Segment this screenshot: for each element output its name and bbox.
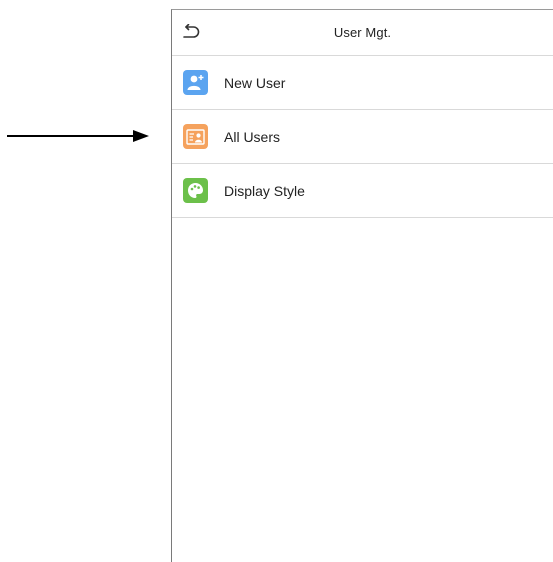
page: User Mgt. New User All Users Display Sty…: [0, 0, 553, 562]
menu-item-display-style[interactable]: Display Style: [172, 164, 553, 218]
menu-item-label: New User: [224, 74, 286, 91]
user-list-icon: [183, 124, 208, 149]
header-bar: User Mgt.: [172, 10, 553, 56]
palette-icon: [183, 178, 208, 203]
add-user-icon: [183, 70, 208, 95]
menu-item-label: All Users: [224, 128, 281, 145]
menu-item-new-user[interactable]: New User: [172, 56, 553, 110]
back-button[interactable]: [180, 22, 202, 42]
device-screen: User Mgt. New User All Users Display Sty…: [171, 9, 553, 562]
back-arrow-icon: [183, 24, 200, 38]
page-title: User Mgt.: [333, 25, 392, 40]
menu-item-label: Display Style: [224, 182, 305, 199]
arrow-right-icon: [7, 130, 149, 142]
menu-item-all-users[interactable]: All Users: [172, 110, 553, 164]
